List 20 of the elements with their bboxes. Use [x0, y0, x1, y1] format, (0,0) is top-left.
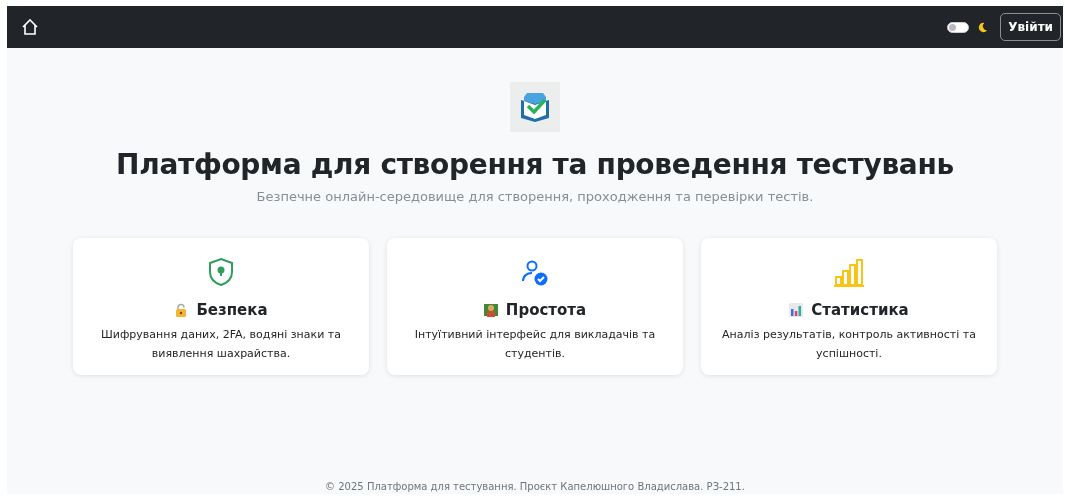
teacher-icon — [483, 303, 498, 317]
lock-icon — [174, 303, 189, 317]
card-description: Аналіз результатів, контроль активності та успішності. — [721, 327, 977, 362]
card-description: Шифрування даних, 2FA, водяні знаки та виявлення шахрайства. — [100, 327, 342, 362]
footer-text: © 2025 Платформа для тестування. Проєкт Капелюшного Владислава. РЗ-211. — [325, 481, 745, 492]
logo-icon — [510, 82, 560, 132]
card-title: Безпека — [196, 301, 268, 319]
page-title: Платформа для створення та проведення тестувань — [116, 148, 954, 181]
user-check-icon — [521, 259, 549, 287]
moon-icon — [977, 21, 989, 33]
page-subtitle: Безпечне онлайн-середовище для створення, проходження та перевірки тестів. — [256, 189, 814, 204]
card-description: Інтуїтивний інтерфейс для викладачів та студентів. — [413, 327, 657, 362]
bar-chart-icon — [834, 259, 864, 287]
home-icon[interactable] — [21, 18, 39, 36]
theme-toggle[interactable] — [947, 21, 970, 33]
shield-icon — [207, 257, 235, 287]
card-title: Статистика — [811, 301, 909, 319]
chart-icon — [789, 303, 804, 317]
login-button[interactable]: Увійти — [1000, 13, 1061, 41]
card-title: Простота — [505, 301, 587, 319]
